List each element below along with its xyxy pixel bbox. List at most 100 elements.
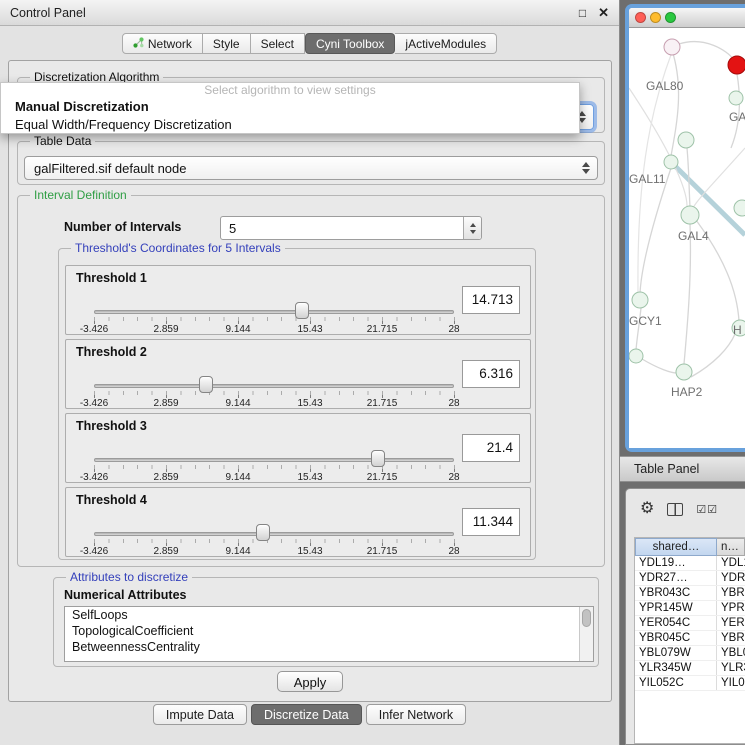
attribute-item-topologicalcoefficient[interactable]: TopologicalCoefficient bbox=[65, 623, 593, 639]
table-cell-name[interactable]: YPR1… bbox=[717, 601, 745, 615]
table-cell-name[interactable]: YER0… bbox=[717, 616, 745, 630]
table-row[interactable]: YBL079WYBL0… bbox=[635, 646, 745, 661]
table-cell-shared-name[interactable]: YLR345W bbox=[635, 661, 717, 675]
table-row[interactable]: YPR145WYPR1… bbox=[635, 601, 745, 616]
control-panel-titlebar[interactable]: Control Panel □ ✕ bbox=[0, 0, 619, 26]
network-node[interactable] bbox=[629, 349, 643, 363]
table-row[interactable]: YIL052CYIL0… bbox=[635, 676, 745, 691]
slider-thumb[interactable] bbox=[295, 302, 309, 319]
slider-thumb[interactable] bbox=[199, 376, 213, 393]
threshold-slider[interactable]: -3.4262.8599.14415.4321.71528 bbox=[66, 518, 462, 560]
close-icon[interactable]: ✕ bbox=[598, 6, 609, 19]
slider-scale-label: 2.859 bbox=[153, 546, 178, 557]
table-row[interactable]: YDL19…YDL1… bbox=[635, 556, 745, 571]
group-title: Attributes to discretize bbox=[66, 570, 192, 584]
select-columns-icons[interactable]: ☑☑ bbox=[696, 503, 718, 516]
table-cell-name[interactable]: YDL1… bbox=[717, 556, 745, 570]
dropdown-option-equal-width-frequency[interactable]: Equal Width/Frequency Discretization bbox=[1, 116, 579, 134]
slider-scale-label: 9.144 bbox=[225, 546, 250, 557]
slider-scale-label: 28 bbox=[448, 472, 459, 483]
numerical-attributes-list[interactable]: SelfLoopsTopologicalCoefficientBetweenne… bbox=[64, 606, 594, 662]
threshold-slider[interactable]: -3.4262.8599.14415.4321.71528 bbox=[66, 296, 462, 338]
list-scrollbar[interactable] bbox=[579, 607, 593, 661]
table-cell-shared-name[interactable]: YER054C bbox=[635, 616, 717, 630]
network-window-titlebar[interactable] bbox=[629, 8, 745, 28]
network-node-gcy1[interactable] bbox=[632, 292, 648, 308]
tab-style[interactable]: Style bbox=[203, 33, 251, 54]
slider-track[interactable] bbox=[94, 310, 454, 314]
table-cell-name[interactable]: YDR2… bbox=[717, 571, 745, 585]
spinner-arrows-icon[interactable] bbox=[463, 217, 481, 239]
bottom-tab-infer-network[interactable]: Infer Network bbox=[366, 704, 466, 725]
network-edge bbox=[640, 168, 671, 294]
table-panel-header[interactable]: Table Panel bbox=[620, 456, 745, 482]
bottom-tab-impute-data[interactable]: Impute Data bbox=[153, 704, 247, 725]
slider-thumb[interactable] bbox=[371, 450, 385, 467]
table-row[interactable]: YBR045CYBR0… bbox=[635, 631, 745, 646]
gear-icon[interactable]: ⚙ bbox=[640, 501, 654, 517]
table-cell-shared-name[interactable]: YPR145W bbox=[635, 601, 717, 615]
zoom-traffic-icon[interactable] bbox=[665, 12, 676, 23]
apply-button[interactable]: Apply bbox=[277, 671, 343, 692]
combo-arrows-icon bbox=[582, 162, 590, 174]
table-cell-name[interactable]: YBR0… bbox=[717, 631, 745, 645]
minimize-traffic-icon[interactable] bbox=[650, 12, 661, 23]
threshold-value-field[interactable]: 11.344 bbox=[462, 508, 520, 536]
slider-thumb[interactable] bbox=[256, 524, 270, 541]
network-node-gal80[interactable] bbox=[664, 39, 680, 55]
tab-network[interactable]: Network bbox=[122, 33, 203, 54]
tab-jactivemodules[interactable]: jActiveModules bbox=[395, 33, 497, 54]
table-row[interactable]: YER054CYER0… bbox=[635, 616, 745, 631]
scrollbar-thumb[interactable] bbox=[582, 609, 591, 627]
threshold-slider[interactable]: -3.4262.8599.14415.4321.71528 bbox=[66, 444, 462, 486]
table-row[interactable]: YDR27…YDR2… bbox=[635, 571, 745, 586]
threshold-label: Threshold 3 bbox=[76, 419, 147, 433]
threshold-value-field[interactable]: 14.713 bbox=[462, 286, 520, 314]
table-cell-name[interactable]: YIL0… bbox=[717, 676, 745, 690]
spinner-value: 5 bbox=[229, 221, 236, 236]
network-node[interactable] bbox=[734, 200, 745, 216]
float-window-icon[interactable]: □ bbox=[579, 7, 586, 19]
network-node[interactable] bbox=[728, 56, 745, 74]
threshold-value-field[interactable]: 21.4 bbox=[462, 434, 520, 462]
tab-select[interactable]: Select bbox=[251, 33, 305, 54]
table-cell-shared-name[interactable]: YIL052C bbox=[635, 676, 717, 690]
network-node-gal4[interactable] bbox=[681, 206, 699, 224]
columns-icon[interactable] bbox=[667, 503, 683, 516]
network-node[interactable] bbox=[678, 132, 694, 148]
column-header-shared-name[interactable]: shared… bbox=[635, 538, 717, 556]
attribute-item-selfloops[interactable]: SelfLoops bbox=[65, 607, 593, 623]
table-cell-shared-name[interactable]: YBR043C bbox=[635, 586, 717, 600]
slider-track[interactable] bbox=[94, 384, 454, 388]
table-row[interactable]: YLR345WYLR3… bbox=[635, 661, 745, 676]
table-cell-shared-name[interactable]: YDR27… bbox=[635, 571, 717, 585]
close-traffic-icon[interactable] bbox=[635, 12, 646, 23]
tab-cyni-toolbox[interactable]: Cyni Toolbox bbox=[305, 33, 395, 54]
network-node-gal11[interactable] bbox=[664, 155, 678, 169]
interval-definition-group: Interval Definition Number of Intervals … bbox=[17, 195, 605, 567]
slider-track[interactable] bbox=[94, 458, 454, 462]
bottom-tab-discretize-data[interactable]: Discretize Data bbox=[251, 704, 362, 725]
numerical-attributes-label: Numerical Attributes bbox=[64, 588, 186, 602]
network-edge bbox=[642, 359, 677, 373]
network-node-ga[interactable] bbox=[729, 91, 743, 105]
threshold-slider[interactable]: -3.4262.8599.14415.4321.71528 bbox=[66, 370, 462, 412]
slider-track[interactable] bbox=[94, 532, 454, 536]
table-data-select[interactable]: galFiltered.sif default node bbox=[24, 156, 598, 180]
slider-scale-label: 28 bbox=[448, 546, 459, 557]
network-node-hap2[interactable] bbox=[676, 364, 692, 380]
table-cell-shared-name[interactable]: YBL079W bbox=[635, 646, 717, 660]
column-header-name[interactable]: n… bbox=[717, 538, 745, 556]
table-cell-shared-name[interactable]: YDL19… bbox=[635, 556, 717, 570]
network-canvas[interactable]: GAL80GAGAL11GAL4GCY1HAP2H bbox=[629, 28, 745, 448]
attribute-item-betweennesscentrality[interactable]: BetweennessCentrality bbox=[65, 639, 593, 655]
tab-label: Network bbox=[148, 37, 192, 51]
table-row[interactable]: YBR043CYBR0… bbox=[635, 586, 745, 601]
dropdown-option-manual-discretization[interactable]: Manual Discretization bbox=[1, 98, 579, 116]
table-cell-name[interactable]: YBL0… bbox=[717, 646, 745, 660]
table-cell-name[interactable]: YLR3… bbox=[717, 661, 745, 675]
threshold-value-field[interactable]: 6.316 bbox=[462, 360, 520, 388]
num-intervals-spinner[interactable]: 5 bbox=[220, 216, 482, 240]
table-cell-name[interactable]: YBR0… bbox=[717, 586, 745, 600]
table-cell-shared-name[interactable]: YBR045C bbox=[635, 631, 717, 645]
